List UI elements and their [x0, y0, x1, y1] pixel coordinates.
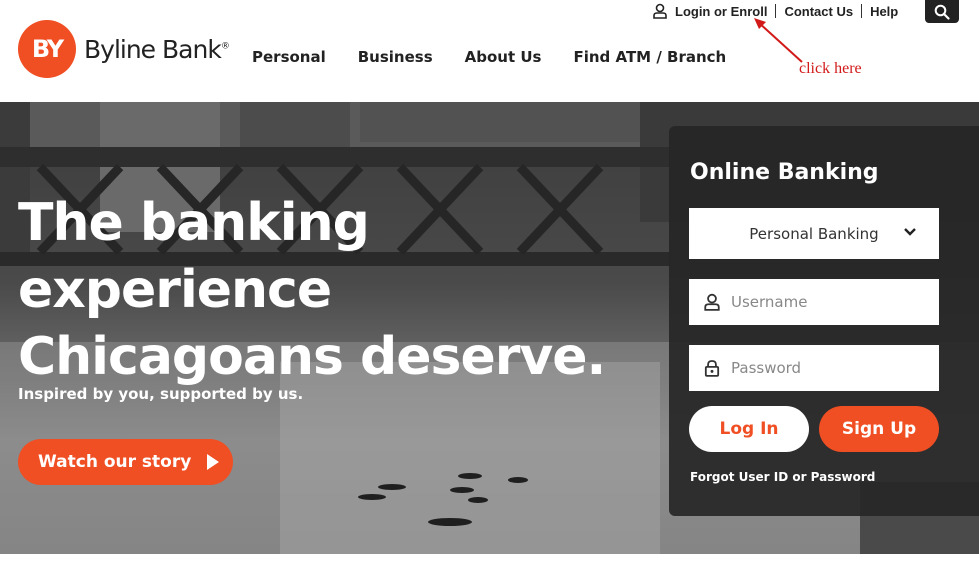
nav-personal[interactable]: Personal — [252, 48, 326, 66]
headline-line-1: The banking — [18, 193, 370, 253]
search-icon — [934, 4, 950, 20]
logo-mark: BY — [18, 20, 76, 78]
account-type-select[interactable]: Personal Banking — [689, 208, 939, 259]
chevron-down-icon — [904, 228, 916, 236]
log-in-button[interactable]: Log In — [689, 406, 809, 452]
logo-name: Byline Bank — [84, 34, 222, 64]
user-icon — [653, 3, 667, 19]
hero-banner: The banking experience Chicagoans deserv… — [0, 102, 979, 554]
lock-icon — [704, 360, 720, 377]
logo-text: Byline Bank® — [84, 34, 230, 64]
sign-up-button[interactable]: Sign Up — [819, 406, 939, 452]
username-input[interactable] — [731, 293, 921, 311]
click-here-annotation: click here — [799, 60, 862, 77]
site-header: BY Byline Bank® Personal Business About … — [0, 0, 979, 102]
headline-line-3: Chicagoans deserve. — [18, 327, 606, 387]
password-input[interactable] — [731, 359, 921, 377]
password-field[interactable] — [689, 345, 939, 391]
username-field[interactable] — [689, 279, 939, 325]
nav-find-atm-branch[interactable]: Find ATM / Branch — [573, 48, 726, 66]
nav-business[interactable]: Business — [358, 48, 433, 66]
online-banking-panel: Online Banking Personal Banking Log In S… — [669, 126, 979, 516]
byline-bank-logo[interactable]: BY Byline Bank® — [18, 20, 230, 78]
headline-line-2: experience — [18, 260, 332, 320]
search-button[interactable] — [925, 0, 959, 23]
watch-button-label: Watch our story — [38, 452, 192, 472]
main-nav: Personal Business About Us Find ATM / Br… — [252, 48, 726, 66]
help-link[interactable]: Help — [870, 4, 898, 19]
hero-headline: The banking experience Chicagoans deserv… — [18, 190, 658, 391]
forgot-credentials-link[interactable]: Forgot User ID or Password — [690, 470, 875, 484]
user-icon — [704, 293, 720, 311]
registered-mark: ® — [220, 41, 230, 52]
play-icon — [207, 454, 220, 470]
panel-title: Online Banking — [690, 160, 879, 185]
nav-about-us[interactable]: About Us — [465, 48, 542, 66]
watch-our-story-button[interactable]: Watch our story — [18, 439, 233, 485]
annotation-arrow-icon — [754, 18, 803, 63]
account-type-value: Personal Banking — [749, 224, 879, 243]
hero-subline: Inspired by you, supported by us. — [18, 385, 304, 403]
divider — [861, 4, 863, 18]
